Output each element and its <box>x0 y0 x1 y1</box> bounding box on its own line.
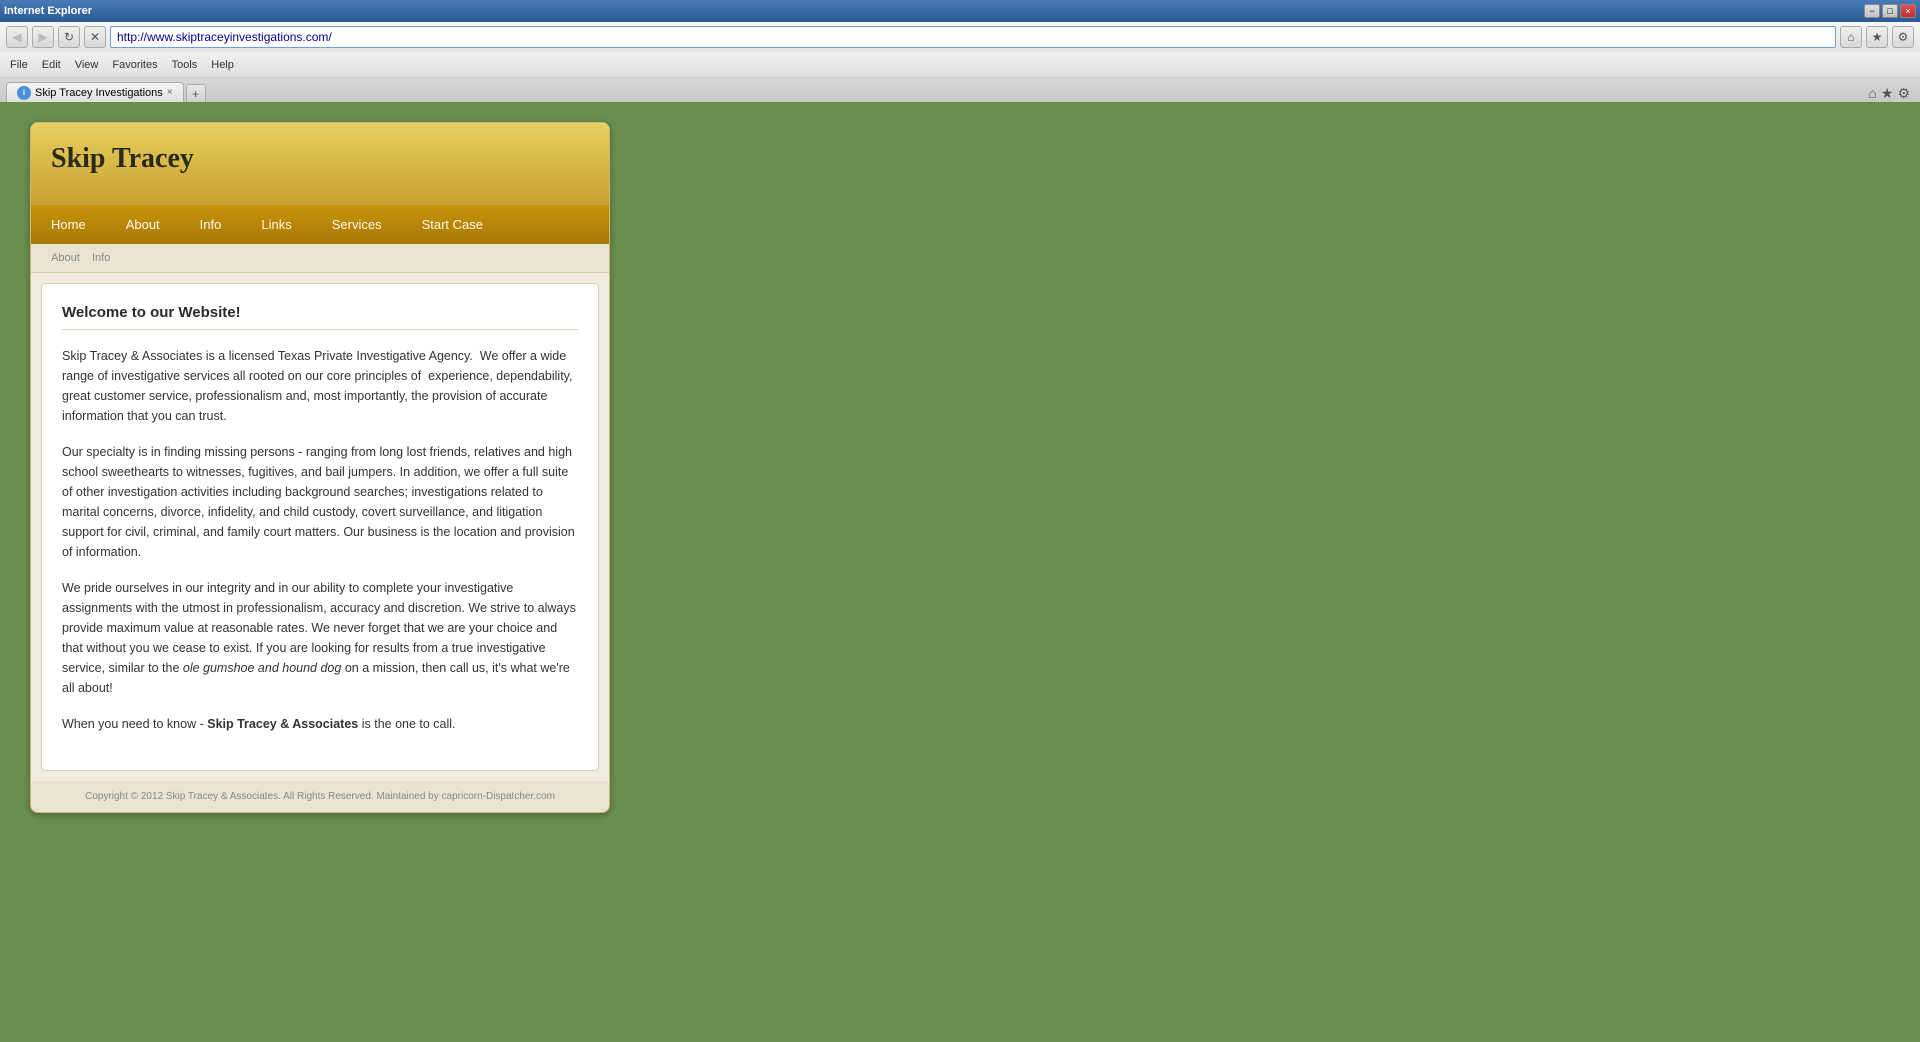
new-tab-button[interactable]: + <box>186 84 206 102</box>
nav-info[interactable]: Info <box>180 205 242 244</box>
tabs-bar: i Skip Tracey Investigations × + ⌂ ★ ⚙ <box>0 78 1920 102</box>
home-button[interactable]: ⌂ <box>1840 26 1862 48</box>
site-footer: Copyright © 2012 Skip Tracey & Associate… <box>31 781 609 812</box>
address-input[interactable] <box>110 26 1836 48</box>
nav-start-case[interactable]: Start Case <box>402 205 503 244</box>
site-title: Skip Tracey <box>51 143 589 175</box>
minimize-button[interactable]: − <box>1864 4 1880 18</box>
favorites-button[interactable]: ★ <box>1866 26 1888 48</box>
forward-button[interactable]: ▶ <box>32 26 54 48</box>
close-button[interactable]: × <box>1900 4 1916 18</box>
nav-home[interactable]: Home <box>31 205 106 244</box>
nav-bar: ◀ ▶ ↻ ✕ ⌂ ★ ⚙ <box>0 22 1920 52</box>
breadcrumb: About Info <box>31 244 609 273</box>
site-nav: Home About Info Links Services Start Cas… <box>31 205 609 244</box>
back-button[interactable]: ◀ <box>6 26 28 48</box>
home-icon[interactable]: ⌂ <box>1868 85 1876 102</box>
toolbar-bar: File Edit View Favorites Tools Help <box>0 52 1920 78</box>
paragraph-4: When you need to know - Skip Tracey & As… <box>62 714 578 734</box>
toolbar-help[interactable]: Help <box>207 58 238 72</box>
tools-button[interactable]: ⚙ <box>1892 26 1914 48</box>
toolbar-view[interactable]: View <box>71 58 103 72</box>
nav-about[interactable]: About <box>106 205 180 244</box>
title-bar-text: Internet Explorer <box>4 5 92 17</box>
toolbar-file[interactable]: File <box>6 58 32 72</box>
page-content: Skip Tracey Home About Info Links Servic… <box>0 102 1920 1042</box>
welcome-heading: Welcome to our Website! <box>62 304 578 330</box>
paragraph-1: Skip Tracey & Associates is a licensed T… <box>62 346 578 426</box>
maximize-button[interactable]: □ <box>1882 4 1898 18</box>
refresh-button[interactable]: ↻ <box>58 26 80 48</box>
paragraph-3: We pride ourselves in our integrity and … <box>62 578 578 698</box>
tab-title: Skip Tracey Investigations <box>35 87 163 99</box>
footer-text: Copyright © 2012 Skip Tracey & Associate… <box>85 791 555 802</box>
tab-skip-tracey[interactable]: i Skip Tracey Investigations × <box>6 82 184 102</box>
gear-icon[interactable]: ⚙ <box>1897 85 1910 102</box>
website-container: Skip Tracey Home About Info Links Servic… <box>30 122 610 813</box>
title-bar-left: Internet Explorer <box>4 5 92 17</box>
address-bar-container <box>110 26 1836 48</box>
toolbar-tools[interactable]: Tools <box>168 58 202 72</box>
nav-services[interactable]: Services <box>312 205 402 244</box>
browser-icons: ⌂ ★ ⚙ <box>1868 85 1914 102</box>
title-bar-buttons: − □ × <box>1864 4 1916 18</box>
paragraph-2: Our specialty is in finding missing pers… <box>62 442 578 562</box>
tab-close[interactable]: × <box>167 87 173 98</box>
title-bar: Internet Explorer − □ × <box>0 0 1920 22</box>
toolbar-edit[interactable]: Edit <box>38 58 65 72</box>
site-header: Skip Tracey <box>31 123 609 205</box>
star-icon[interactable]: ★ <box>1881 85 1894 102</box>
site-main: Welcome to our Website! Skip Tracey & As… <box>41 283 599 771</box>
nav-links[interactable]: Links <box>241 205 311 244</box>
stop-button[interactable]: ✕ <box>84 26 106 48</box>
tab-favicon: i <box>17 86 31 100</box>
toolbar-favorites[interactable]: Favorites <box>108 58 161 72</box>
